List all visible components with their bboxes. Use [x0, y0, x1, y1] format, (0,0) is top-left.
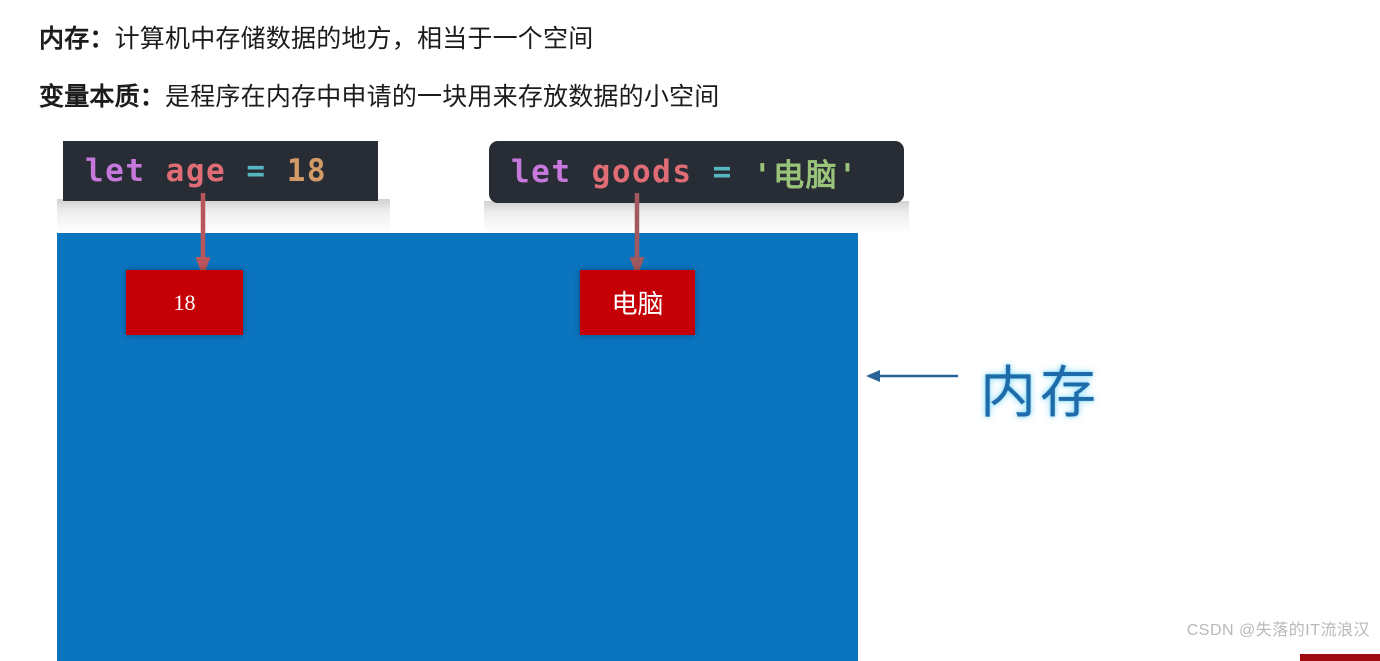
code-block-goods: let goods = '电脑'	[489, 141, 904, 203]
memory-value-box-age: 18	[126, 270, 243, 335]
memory-value-box-goods: 电脑	[580, 270, 695, 335]
heading-variable-definition: 变量本质：是程序在内存中申请的一块用来存放数据的小空间	[39, 82, 719, 112]
code-block-age: let age = 18	[63, 141, 378, 201]
code-token-variable-age: age	[165, 153, 227, 189]
code-token-number-18: 18	[286, 153, 328, 189]
code-token-keyword-let: let	[85, 153, 146, 189]
memory-value-age-text: 18	[173, 289, 196, 315]
memory-callout-arrow-icon	[866, 370, 958, 382]
heading-memory-definition: 内存：计算机中存储数据的地方，相当于一个空间	[39, 24, 593, 54]
code-token-string-computer: '电脑'	[753, 157, 859, 194]
slide-canvas: 内存：计算机中存储数据的地方，相当于一个空间 变量本质：是程序在内存中申请的一块…	[0, 0, 1380, 661]
code-token-keyword-let: let	[511, 154, 572, 190]
code-block-age-shadow	[57, 199, 390, 233]
code-token-variable-goods: goods	[591, 154, 693, 190]
memory-value-goods-text: 电脑	[611, 289, 664, 319]
code-token-operator-equals: =	[246, 153, 267, 189]
heading-memory-body: 计算机中存储数据的地方，相当于一个空间	[114, 25, 594, 53]
code-token-operator-equals: =	[712, 154, 733, 190]
heading-memory-term: 内存：	[39, 25, 115, 53]
csdn-watermark: CSDN @失落的IT流浪汉	[1186, 622, 1370, 639]
heading-variable-body: 是程序在内存中申请的一块用来存放数据的小空间	[165, 83, 720, 111]
code-block-goods-shadow	[484, 201, 909, 233]
corner-accent-bar	[1300, 654, 1380, 661]
memory-callout-label: 内存	[980, 361, 1100, 424]
heading-variable-term: 变量本质：	[39, 83, 166, 111]
